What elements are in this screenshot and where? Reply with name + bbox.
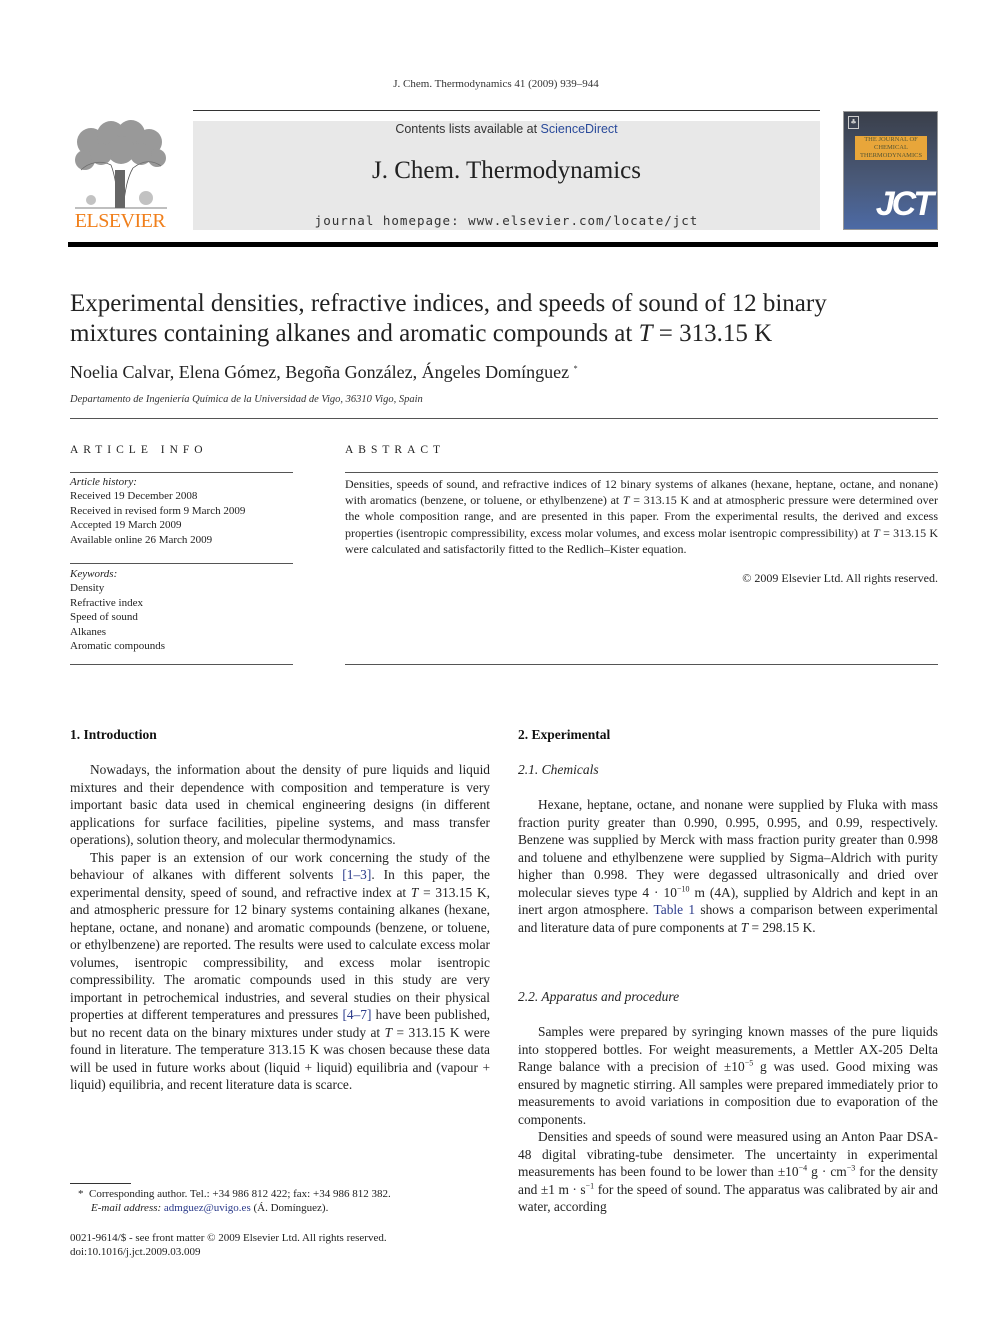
subsection-heading-apparatus: 2.2. Apparatus and procedure [518, 989, 680, 1004]
var-t: T [638, 320, 653, 347]
divider [70, 664, 293, 665]
header-rule [193, 110, 820, 111]
exponent: −1 [585, 1181, 595, 1191]
apparatus-body: Samples were prepared by syringing known… [518, 1023, 938, 1216]
title-line-1: Experimental densities, refractive indic… [70, 290, 827, 317]
divider [70, 418, 938, 419]
exponent: −3 [846, 1163, 856, 1173]
divider [70, 563, 293, 564]
journal-cover[interactable]: ♣ THE JOURNAL OF CHEMICAL THERMODYNAMICS… [843, 111, 938, 230]
running-head: J. Chem. Thermodynamics 41 (2009) 939–94… [393, 78, 599, 90]
title-text: mixtures containing alkanes and aromatic… [70, 320, 639, 347]
sciencedirect-link[interactable]: ScienceDirect [541, 122, 618, 136]
table-link[interactable]: Table 1 [654, 902, 696, 917]
email-label: E-mail address: [91, 1202, 164, 1214]
article-info-heading: ARTICLE INFO [70, 444, 208, 456]
masthead-rule [68, 242, 938, 247]
title-text: = 313.15 K [652, 320, 773, 347]
authors: Noelia Calvar, Elena Gómez, Begoña Gonzá… [70, 362, 570, 382]
exponent: −10 [676, 884, 690, 894]
author-list: Noelia Calvar, Elena Gómez, Begoña Gonzá… [70, 362, 578, 383]
history-item: Available online 26 March 2009 [70, 533, 213, 546]
abstract-heading: ABSTRACT [345, 444, 446, 456]
cover-label: THE JOURNAL OF CHEMICAL THERMODYNAMICS [855, 136, 927, 160]
footnote: * Corresponding author. Tel.: +34 986 81… [78, 1187, 391, 1215]
citation-link[interactable]: [1–3] [342, 867, 371, 882]
keyword: Density [70, 582, 105, 595]
divider [345, 472, 938, 473]
chemicals-body: Hexane, heptane, octane, and nonane were… [518, 796, 938, 936]
var-t: T [873, 525, 880, 540]
text: = 313.15 K, and atmospheric pressure for… [70, 884, 491, 1023]
citation-link[interactable]: [4–7] [342, 1007, 371, 1022]
keyword: Speed of sound [70, 611, 138, 624]
introduction-body: Nowadays, the information about the dens… [70, 761, 490, 1094]
keyword: Aromatic compounds [70, 640, 166, 653]
exponent: −5 [744, 1058, 754, 1068]
elsevier-emblem-icon: ♣ [848, 116, 859, 129]
keywords: Keywords: Density Refractive index Speed… [70, 567, 165, 653]
abstract-copyright: © 2009 Elsevier Ltd. All rights reserved… [742, 571, 938, 585]
divider [345, 664, 938, 665]
history-label: Article history: [70, 476, 137, 488]
keyword: Refractive index [70, 596, 143, 609]
corresponding-mark[interactable]: * [574, 364, 578, 373]
email-line: E-mail address: admguez@uvigo.es (Á. Dom… [78, 1201, 391, 1215]
paragraph: Hexane, heptane, octane, and nonane were… [518, 796, 938, 936]
footnote-line: * Corresponding author. Tel.: +34 986 81… [78, 1187, 391, 1201]
elsevier-logo[interactable]: ELSEVIER [68, 120, 172, 232]
paragraph: Nowadays, the information about the dens… [70, 762, 490, 847]
title-line-2: mixtures containing alkanes and aromatic… [70, 319, 930, 349]
subsection-heading-chemicals: 2.1. Chemicals [518, 762, 599, 777]
history-item: Accepted 19 March 2009 [70, 519, 182, 532]
paragraph: Densities and speeds of sound were measu… [518, 1128, 938, 1216]
elsevier-wordmark: ELSEVIER [74, 210, 166, 232]
keywords-label: Keywords: [70, 568, 118, 580]
cover-abbrev: JCT [875, 185, 934, 223]
paragraph: Samples were prepared by syringing known… [518, 1023, 938, 1128]
footnote-rule [70, 1183, 131, 1184]
doi-link[interactable]: doi:10.1016/j.jct.2009.03.009 [70, 1245, 387, 1259]
divider [70, 472, 293, 473]
history-item: Received in revised form 9 March 2009 [70, 504, 246, 517]
footnote-text: Corresponding author. Tel.: +34 986 812 … [89, 1188, 391, 1200]
keyword: Alkanes [70, 625, 107, 638]
article-title: Experimental densities, refractive indic… [70, 289, 930, 349]
abstract-text: Densities, speeds of sound, and refracti… [345, 476, 938, 557]
exponent: −4 [798, 1163, 808, 1173]
issn: 0021-9614/$ - see front matter © 2009 El… [70, 1232, 387, 1244]
text: g · cm [807, 1164, 847, 1179]
footnote-mark: * [78, 1188, 84, 1200]
email-suffix: (Á. Domínguez). [250, 1202, 329, 1214]
section-heading-experimental: 2. Experimental [518, 727, 611, 742]
contents-line: Contents lists available at ScienceDirec… [193, 122, 820, 136]
front-matter: 0021-9614/$ - see front matter © 2009 El… [70, 1231, 387, 1259]
history-item: Received 19 December 2008 [70, 490, 198, 503]
paragraph: This paper is an extension of our work c… [70, 849, 490, 1094]
section-heading-introduction: 1. Introduction [70, 727, 157, 742]
var-t: T [384, 1024, 393, 1040]
journal-title: J. Chem. Thermodynamics [372, 157, 641, 184]
contents-prefix: Contents lists available at [395, 122, 541, 136]
tree-icon [75, 120, 167, 209]
text: = 298.15 K. [748, 919, 816, 935]
var-t: T [622, 493, 630, 508]
affiliation: Departamento de Ingeniería Química de la… [70, 394, 423, 405]
email-link[interactable]: admguez@uvigo.es [164, 1202, 251, 1214]
journal-banner: Contents lists available at ScienceDirec… [193, 121, 820, 230]
article-history: Article history: Received 19 December 20… [70, 475, 245, 547]
journal-homepage-link[interactable]: journal homepage: www.elsevier.com/locat… [193, 213, 820, 228]
